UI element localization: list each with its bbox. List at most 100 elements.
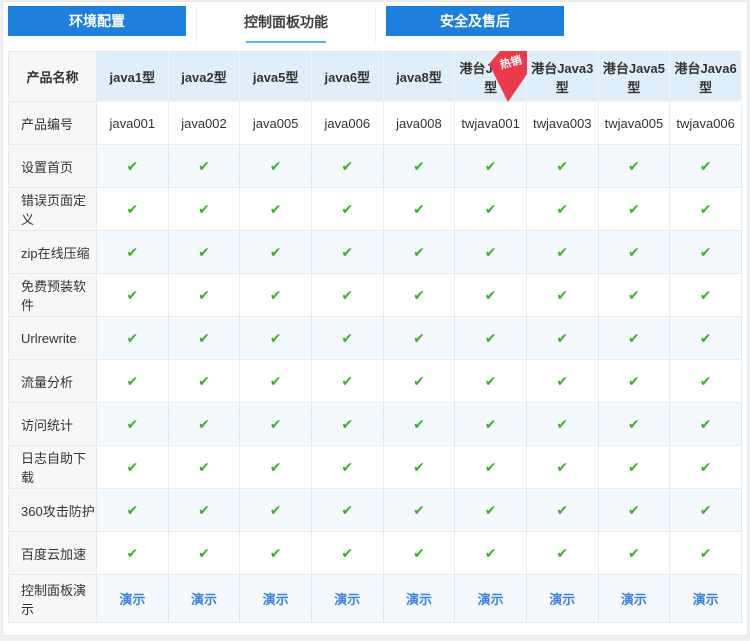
- table-row: Urlrewrite✔✔✔✔✔✔✔✔✔: [9, 317, 742, 360]
- feature-cell: ✔: [240, 360, 312, 403]
- feature-cell: ✔: [383, 145, 455, 188]
- check-icon: ✔: [341, 201, 353, 217]
- feature-cell: ✔: [670, 188, 742, 231]
- feature-cell: ✔: [168, 360, 240, 403]
- demo-cell: 演示: [97, 575, 169, 623]
- check-icon: ✔: [341, 244, 353, 260]
- check-icon: ✔: [341, 330, 353, 346]
- feature-cell: ✔: [455, 317, 527, 360]
- row-label: 控制面板演示: [9, 575, 97, 623]
- feature-cell: ✔: [455, 188, 527, 231]
- demo-cell: 演示: [598, 575, 670, 623]
- check-icon: ✔: [341, 158, 353, 174]
- check-icon: ✔: [270, 158, 282, 174]
- product-code-cell: java008: [383, 102, 455, 145]
- check-icon: ✔: [628, 545, 640, 561]
- check-icon: ✔: [198, 502, 210, 518]
- check-icon: ✔: [485, 330, 497, 346]
- check-icon: ✔: [126, 502, 138, 518]
- feature-cell: ✔: [311, 489, 383, 532]
- check-icon: ✔: [700, 287, 712, 303]
- feature-cell: ✔: [598, 145, 670, 188]
- check-icon: ✔: [270, 373, 282, 389]
- feature-cell: ✔: [598, 274, 670, 317]
- feature-cell: ✔: [240, 231, 312, 274]
- check-icon: ✔: [413, 330, 425, 346]
- check-icon: ✔: [341, 545, 353, 561]
- product-code: twjava006: [676, 116, 735, 131]
- tab-control-panel-features[interactable]: 控制面板功能: [196, 6, 376, 43]
- check-icon: ✔: [126, 201, 138, 217]
- check-icon: ✔: [485, 502, 497, 518]
- feature-cell: ✔: [240, 145, 312, 188]
- check-icon: ✔: [413, 502, 425, 518]
- feature-cell: ✔: [670, 489, 742, 532]
- feature-cell: ✔: [383, 532, 455, 575]
- table-row: 控制面板演示 演示 演示 演示 演示 演示 演示 演示 演示 演示: [9, 575, 742, 623]
- tab-security-aftersales[interactable]: 安全及售后: [386, 6, 564, 36]
- check-icon: ✔: [485, 373, 497, 389]
- feature-cell: ✔: [670, 446, 742, 489]
- column-header: 港台Java5型: [598, 52, 670, 102]
- check-icon: ✔: [628, 244, 640, 260]
- check-icon: ✔: [126, 373, 138, 389]
- feature-cell: ✔: [455, 274, 527, 317]
- feature-cell: ✔: [598, 403, 670, 446]
- check-icon: ✔: [126, 416, 138, 432]
- feature-cell: ✔: [455, 145, 527, 188]
- check-icon: ✔: [628, 158, 640, 174]
- check-icon: ✔: [485, 459, 497, 475]
- check-icon: ✔: [556, 459, 568, 475]
- column-header-label: java1型: [110, 70, 156, 85]
- check-icon: ✔: [270, 287, 282, 303]
- feature-cell: ✔: [311, 145, 383, 188]
- demo-cell: 演示: [455, 575, 527, 623]
- column-header-label: java8型: [396, 70, 442, 85]
- product-code-cell: java001: [97, 102, 169, 145]
- product-code-cell: java002: [168, 102, 240, 145]
- demo-link[interactable]: 演示: [693, 592, 719, 607]
- demo-cell: 演示: [383, 575, 455, 623]
- tab-environment-config[interactable]: 环境配置: [8, 6, 186, 36]
- check-icon: ✔: [413, 244, 425, 260]
- check-icon: ✔: [126, 545, 138, 561]
- feature-cell: ✔: [526, 274, 598, 317]
- feature-cell: ✔: [240, 317, 312, 360]
- demo-link[interactable]: 演示: [119, 592, 145, 607]
- feature-cell: ✔: [168, 532, 240, 575]
- feature-cell: ✔: [97, 188, 169, 231]
- feature-cell: ✔: [383, 188, 455, 231]
- row-label: 360攻击防护: [9, 489, 97, 532]
- product-code: java002: [181, 116, 227, 131]
- product-code: java006: [325, 116, 371, 131]
- column-header-label: 港台Java6型: [675, 61, 737, 95]
- feature-cell: ✔: [311, 360, 383, 403]
- demo-link[interactable]: 演示: [191, 592, 217, 607]
- feature-cell: ✔: [383, 360, 455, 403]
- row-label: zip在线压缩: [9, 231, 97, 274]
- demo-link[interactable]: 演示: [406, 592, 432, 607]
- product-code: java001: [110, 116, 156, 131]
- check-icon: ✔: [628, 416, 640, 432]
- row-label: 设置首页: [9, 145, 97, 188]
- demo-link[interactable]: 演示: [334, 592, 360, 607]
- check-icon: ✔: [556, 201, 568, 217]
- feature-cell: ✔: [97, 532, 169, 575]
- column-header: java6型: [311, 52, 383, 102]
- feature-cell: ✔: [526, 188, 598, 231]
- table-row: 产品编号java001java002java005java006java008t…: [9, 102, 742, 145]
- feature-cell: ✔: [598, 188, 670, 231]
- check-icon: ✔: [341, 502, 353, 518]
- demo-link[interactable]: 演示: [263, 592, 289, 607]
- feature-cell: ✔: [598, 489, 670, 532]
- demo-link[interactable]: 演示: [621, 592, 647, 607]
- feature-cell: ✔: [383, 489, 455, 532]
- check-icon: ✔: [413, 373, 425, 389]
- feature-cell: ✔: [670, 532, 742, 575]
- demo-link[interactable]: 演示: [478, 592, 504, 607]
- column-header-label: 港台Java3型: [531, 61, 593, 95]
- feature-cell: ✔: [455, 446, 527, 489]
- demo-link[interactable]: 演示: [549, 592, 575, 607]
- check-icon: ✔: [485, 158, 497, 174]
- check-icon: ✔: [485, 244, 497, 260]
